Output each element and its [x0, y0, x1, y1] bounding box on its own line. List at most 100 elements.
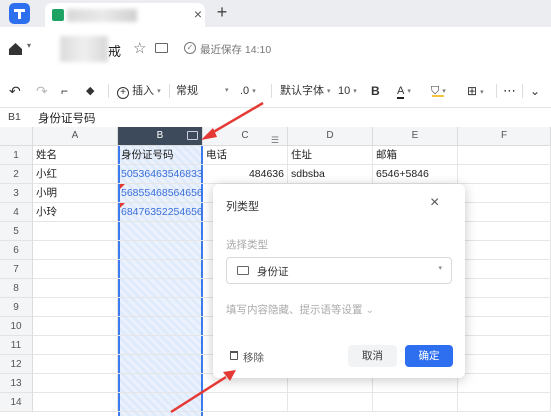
column-header-b[interactable]: B — [118, 127, 203, 146]
table-cell[interactable]: 小红 — [33, 165, 118, 184]
table-cell[interactable] — [33, 355, 118, 374]
table-cell[interactable] — [458, 374, 551, 393]
table-cell[interactable] — [33, 336, 118, 355]
table-cell[interactable] — [288, 393, 373, 412]
row-header[interactable]: 1 — [0, 146, 33, 165]
row-header[interactable]: 10 — [0, 317, 33, 336]
row-header[interactable]: 8 — [0, 279, 33, 298]
table-cell[interactable] — [33, 393, 118, 412]
font-size-select[interactable]: 10 ▾ — [338, 82, 357, 100]
confirm-button[interactable]: 确定 — [405, 345, 453, 367]
row-header[interactable]: 4 — [0, 203, 33, 222]
table-cell[interactable] — [33, 374, 118, 393]
select-all-corner[interactable] — [0, 127, 33, 146]
table-cell[interactable] — [118, 279, 203, 298]
table-cell[interactable] — [118, 317, 203, 336]
new-tab-button[interactable]: + — [213, 2, 231, 22]
table-cell[interactable]: 6546+5846 — [373, 165, 458, 184]
row-header[interactable]: 13 — [0, 374, 33, 393]
home-icon[interactable] — [8, 42, 23, 56]
table-cell[interactable]: sdbsba — [288, 165, 373, 184]
format-painter-icon[interactable]: ⌐ — [61, 82, 68, 100]
table-cell[interactable] — [458, 184, 551, 203]
row-header[interactable]: 9 — [0, 298, 33, 317]
table-cell[interactable] — [118, 374, 203, 393]
table-cell[interactable]: 小玲 — [33, 203, 118, 222]
table-cell[interactable] — [118, 298, 203, 317]
table-cell[interactable] — [458, 298, 551, 317]
column-header-c[interactable]: C ☰ — [203, 127, 288, 146]
table-cell[interactable] — [33, 222, 118, 241]
table-cell[interactable]: 电话 — [203, 146, 288, 165]
column-header-e[interactable]: E — [373, 127, 458, 146]
table-cell[interactable]: 姓名 — [33, 146, 118, 165]
borders-button[interactable]: ⊞ ▾ — [467, 82, 484, 100]
table-cell[interactable]: 邮箱 — [373, 146, 458, 165]
decimal-places-select[interactable]: .0 ▾ — [240, 82, 256, 100]
table-cell[interactable] — [458, 203, 551, 222]
table-cell[interactable] — [458, 355, 551, 374]
star-icon[interactable]: ☆ — [133, 39, 146, 57]
table-cell[interactable] — [458, 165, 551, 184]
row-header[interactable]: 11 — [0, 336, 33, 355]
table-cell[interactable] — [458, 241, 551, 260]
table-cell[interactable] — [458, 260, 551, 279]
table-cell[interactable]: 484636 — [203, 165, 288, 184]
close-icon[interactable]: × — [430, 194, 439, 212]
table-cell[interactable] — [33, 279, 118, 298]
row-header[interactable]: 2 — [0, 165, 33, 184]
table-cell[interactable] — [118, 336, 203, 355]
undo-icon[interactable]: ↶ — [9, 82, 21, 100]
column-header-a[interactable]: A — [33, 127, 118, 146]
table-cell[interactable]: 68476352254656 — [118, 203, 203, 222]
font-color-button[interactable]: A ▾ — [397, 82, 411, 100]
table-cell[interactable]: 身份证号码 — [118, 146, 203, 165]
table-cell[interactable] — [118, 222, 203, 241]
bold-button[interactable]: B — [371, 82, 380, 100]
table-cell[interactable]: 小明 — [33, 184, 118, 203]
home-menu-caret[interactable]: ▾ — [27, 41, 31, 50]
column-header-f[interactable]: F — [458, 127, 551, 146]
document-tab[interactable]: × — [45, 3, 205, 27]
table-cell[interactable] — [118, 241, 203, 260]
table-cell[interactable] — [458, 279, 551, 298]
table-cell[interactable]: 56855468564656 — [118, 184, 203, 203]
table-cell[interactable] — [33, 298, 118, 317]
table-cell[interactable]: 住址 — [288, 146, 373, 165]
row-header[interactable]: 5 — [0, 222, 33, 241]
table-cell[interactable]: 50536463546833 — [118, 165, 203, 184]
row-header[interactable]: 14 — [0, 393, 33, 412]
table-cell[interactable] — [33, 317, 118, 336]
app-logo-icon[interactable] — [9, 3, 30, 24]
move-to-folder-icon[interactable] — [155, 43, 168, 53]
eraser-icon[interactable]: ◆ — [86, 82, 94, 100]
advanced-settings-toggle[interactable]: 填写内容隐藏、提示语等设置 ⌄ — [226, 302, 374, 317]
table-cell[interactable] — [118, 355, 203, 374]
fill-color-button[interactable]: ⛉ ▾ — [431, 82, 446, 100]
table-cell[interactable] — [458, 146, 551, 165]
table-cell[interactable] — [118, 260, 203, 279]
cancel-button[interactable]: 取消 — [348, 345, 397, 367]
column-header-d[interactable]: D — [288, 127, 373, 146]
insert-menu[interactable]: + 插入 ▾ — [117, 82, 161, 100]
table-cell[interactable] — [203, 393, 288, 412]
close-tab-icon[interactable]: × — [191, 6, 205, 22]
font-family-select[interactable]: 默认字体 ▾ — [280, 82, 331, 100]
table-cell[interactable] — [373, 393, 458, 412]
table-cell[interactable] — [33, 241, 118, 260]
table-cell[interactable] — [458, 222, 551, 241]
trash-icon[interactable] — [230, 351, 238, 360]
expand-icon[interactable]: ⌄ — [530, 82, 540, 100]
row-header[interactable]: 7 — [0, 260, 33, 279]
formula-input[interactable]: 身份证号码 — [38, 110, 96, 126]
table-cell[interactable] — [458, 317, 551, 336]
table-cell[interactable] — [458, 336, 551, 355]
table-cell[interactable] — [458, 393, 551, 412]
redo-icon[interactable]: ↷ — [36, 82, 48, 100]
table-cell[interactable] — [118, 393, 203, 412]
row-header[interactable]: 6 — [0, 241, 33, 260]
row-header[interactable]: 3 — [0, 184, 33, 203]
row-header[interactable]: 12 — [0, 355, 33, 374]
column-type-icon[interactable] — [187, 131, 198, 140]
more-icon[interactable]: ⋯ — [503, 82, 516, 100]
